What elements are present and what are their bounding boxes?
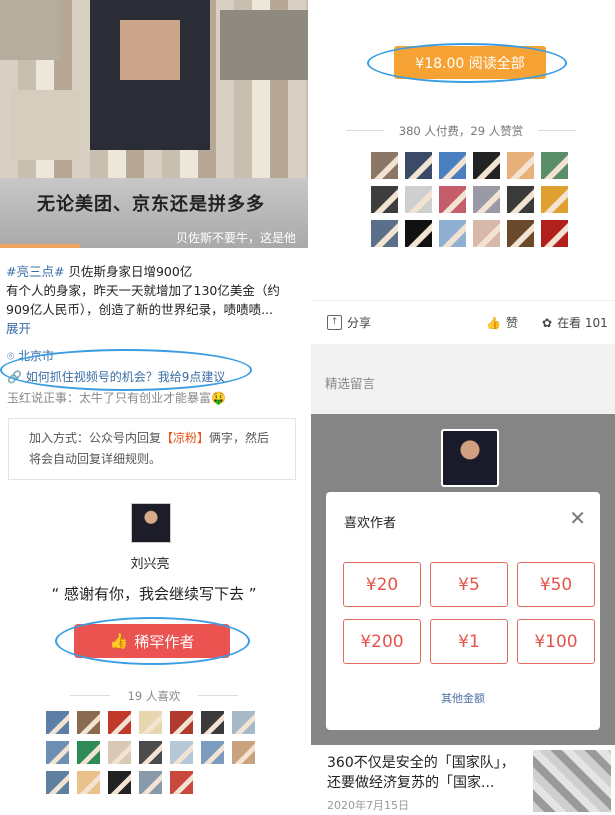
liker-avatar[interactable]: [108, 741, 131, 764]
share-icon: ↑: [327, 315, 342, 330]
liker-avatar[interactable]: [139, 771, 162, 794]
payer-avatar[interactable]: [507, 220, 534, 247]
paid-count: 380 人付费，29 人赞赏: [346, 123, 576, 139]
payer-avatar[interactable]: [473, 186, 500, 213]
right-article-panel: ¥18.00 阅读全部 380 人付费，29 人赞赏 ↑ 分享 👍 赞 ✿ 在看…: [311, 0, 615, 815]
liker-avatar[interactable]: [139, 741, 162, 764]
like-button[interactable]: 👍 赞: [486, 314, 518, 331]
payer-avatar[interactable]: [371, 152, 398, 179]
modal-title: 喜欢作者: [344, 516, 397, 531]
liker-avatar[interactable]: [170, 711, 193, 734]
video-caption: 无论美团、京东还是拼多多: [37, 194, 265, 215]
recommended-article[interactable]: 360不仅是安全的「国家队」，还要做经济复苏的「国家... 2020年7月15日: [311, 745, 615, 815]
thanks-message: “ 感谢有你，我会继续写下去 ”: [51, 585, 257, 603]
other-amount-link[interactable]: 其他金额: [326, 690, 600, 706]
amount-option[interactable]: ¥20: [343, 562, 421, 607]
payer-avatar[interactable]: [439, 220, 466, 247]
author-avatar: [441, 429, 499, 487]
join-keyword: 【凉粉】: [161, 431, 210, 445]
close-icon[interactable]: ✕: [569, 506, 586, 530]
liker-avatar[interactable]: [46, 771, 69, 794]
liker-avatar[interactable]: [108, 711, 131, 734]
like-label: 赞: [505, 316, 518, 330]
liker-avatar[interactable]: [201, 741, 224, 764]
share-button[interactable]: ↑ 分享: [327, 314, 371, 331]
highlight-oval: [0, 349, 252, 391]
amount-option[interactable]: ¥5: [430, 562, 508, 607]
comments-heading: 精选留言: [325, 376, 376, 391]
reading-button[interactable]: ✿ 在看 101: [542, 314, 608, 331]
post-headline: 贝佐斯身家日增900亿: [68, 264, 193, 279]
liker-avatar[interactable]: [170, 771, 193, 794]
reading-label: 在看 101: [557, 316, 608, 330]
payer-avatar[interactable]: [473, 220, 500, 247]
action-bar: ↑ 分享 👍 赞 ✿ 在看 101: [311, 300, 615, 344]
liker-avatar[interactable]: [77, 711, 100, 734]
payer-avatar[interactable]: [541, 152, 568, 179]
article-date: 2020年7月15日: [327, 799, 409, 812]
liker-avatar[interactable]: [77, 771, 100, 794]
payers-grid: [371, 152, 571, 247]
amount-option[interactable]: ¥50: [517, 562, 595, 607]
payer-avatar[interactable]: [541, 220, 568, 247]
left-article-panel: 无论美团、京东还是拼多多 贝佐斯不要牛，这是他 #亮三点# 贝佐斯身家日增900…: [0, 0, 308, 815]
author-name: 刘兴亮: [130, 557, 170, 572]
liker-avatar[interactable]: [232, 741, 255, 764]
video-progress-bar[interactable]: [0, 244, 81, 248]
post-body: 有个人的身家，昨天一天就增加了130亿美金（约909亿人民币），创造了新的世界纪…: [6, 283, 280, 317]
payer-avatar[interactable]: [507, 186, 534, 213]
reward-modal: 喜欢作者 ✕ ¥20 ¥5 ¥50 ¥200 ¥1 ¥100 其他金额: [326, 492, 600, 730]
liker-avatar[interactable]: [46, 741, 69, 764]
payer-avatar[interactable]: [371, 220, 398, 247]
paywall-section: ¥18.00 阅读全部 380 人付费，29 人赞赏: [311, 0, 615, 300]
payer-avatar[interactable]: [405, 152, 432, 179]
payer-avatar[interactable]: [473, 152, 500, 179]
payer-avatar[interactable]: [541, 186, 568, 213]
video-subtitle: 贝佐斯不要牛，这是他: [176, 231, 297, 245]
payer-avatar[interactable]: [371, 186, 398, 213]
payer-avatar[interactable]: [507, 152, 534, 179]
join-instructions: 加入方式：公众号内回复【凉粉】俩字，然后将会自动回复详细规则。: [8, 418, 296, 480]
likers-grid: [46, 711, 260, 794]
highlight-oval: [55, 617, 250, 665]
liker-avatar[interactable]: [108, 771, 131, 794]
payer-avatar[interactable]: [405, 220, 432, 247]
expand-link[interactable]: 展开: [6, 321, 31, 336]
liker-avatar[interactable]: [170, 741, 193, 764]
hashtag[interactable]: #亮三点#: [6, 264, 64, 279]
payer-avatar[interactable]: [439, 186, 466, 213]
liker-avatar[interactable]: [201, 711, 224, 734]
screenshot-canvas: 无论美团、京东还是拼多多 贝佐斯不要牛，这是他 #亮三点# 贝佐斯身家日增900…: [0, 0, 615, 815]
payer-avatar[interactable]: [439, 152, 466, 179]
liker-avatar[interactable]: [46, 711, 69, 734]
liker-avatar[interactable]: [77, 741, 100, 764]
likes-count: 19 人喜欢: [70, 688, 238, 704]
highlight-oval: [367, 43, 567, 83]
join-prefix: 加入方式：公众号内回复: [29, 431, 162, 445]
article-thumbnail: [533, 750, 611, 812]
article-title: 360不仅是安全的「国家队」，还要做经济复苏的「国家...: [327, 755, 515, 791]
amount-option[interactable]: ¥200: [343, 619, 421, 664]
post-text: #亮三点# 贝佐斯身家日增900亿 有个人的身家，昨天一天就增加了130亿美金（…: [6, 262, 302, 338]
amount-option[interactable]: ¥1: [430, 619, 508, 664]
related-article[interactable]: 玉红说正事：太牛了只有创业才能暴富🤑: [7, 389, 226, 406]
flower-icon: ✿: [542, 315, 553, 330]
author-avatar[interactable]: [131, 503, 171, 543]
thumbs-up-icon: 👍: [486, 315, 501, 330]
amount-option[interactable]: ¥100: [517, 619, 595, 664]
payer-avatar[interactable]: [405, 186, 432, 213]
liker-avatar[interactable]: [139, 711, 162, 734]
share-label: 分享: [347, 316, 372, 330]
liker-avatar[interactable]: [232, 711, 255, 734]
